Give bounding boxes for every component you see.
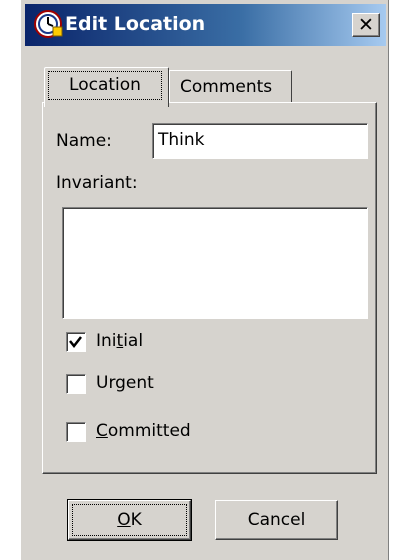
focus-ring: [72, 504, 187, 536]
invariant-label: Invariant:: [56, 173, 138, 193]
name-label: Name:: [56, 131, 112, 151]
edit-location-dialog: Edit Location ✕ Location Comments Name: …: [20, 0, 389, 560]
urgent-label: Urgent: [96, 373, 154, 393]
committed-checkbox[interactable]: [66, 422, 86, 442]
close-button[interactable]: ✕: [352, 13, 380, 37]
urgent-checkbox[interactable]: [66, 374, 86, 394]
invariant-textarea[interactable]: [62, 207, 368, 319]
cancel-button[interactable]: Cancel: [215, 500, 338, 540]
initial-checkbox[interactable]: [66, 332, 86, 352]
close-icon: ✕: [358, 14, 374, 36]
committed-label: Committed: [96, 421, 191, 441]
title-bar[interactable]: Edit Location ✕: [25, 4, 386, 46]
ok-button[interactable]: OK: [67, 499, 192, 541]
location-tab-panel: Name: Think Invariant: Initial Urgent Co…: [42, 102, 377, 474]
tab-location-label: Location: [48, 71, 162, 100]
tab-comments-label: Comments: [180, 77, 273, 97]
tab-comments[interactable]: Comments: [169, 70, 292, 102]
checkmark-icon: [69, 336, 82, 349]
initial-label: Initial: [96, 331, 144, 351]
dialog-title: Edit Location: [65, 13, 206, 35]
name-input[interactable]: Think: [152, 123, 368, 159]
clock-app-icon: [33, 9, 63, 39]
tab-location[interactable]: Location: [44, 67, 169, 107]
